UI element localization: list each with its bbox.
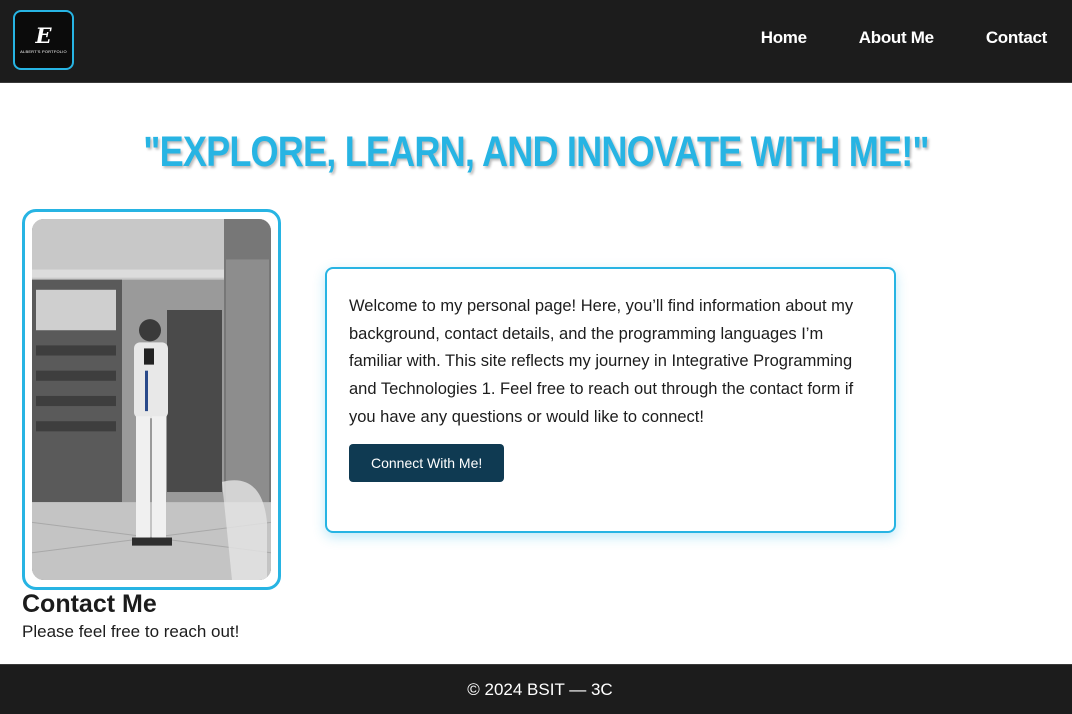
profile-photo-frame [22,209,281,590]
welcome-text: Welcome to my personal page! Here, you’l… [349,297,854,426]
nav-link-contact[interactable]: Contact [986,28,1047,48]
footer-text: © 2024 BSIT — 3C [467,679,613,699]
logo-mark: E [35,23,52,48]
nav-link-about-me[interactable]: About Me [859,28,934,48]
site-logo[interactable]: E ALBERT'S PORTFOLIO [13,10,74,70]
contact-heading: Contact Me [22,590,157,618]
navbar: E ALBERT'S PORTFOLIO Home About Me Conta… [0,0,1072,83]
profile-photo-illustration [32,219,271,580]
hero-title: "Explore, Learn, and Innovate with Me!" [143,128,929,176]
nav-links: Home About Me Contact [761,28,1048,48]
profile-photo [32,219,271,580]
contact-subtext: Please feel free to reach out! [22,622,240,641]
logo-text: ALBERT'S PORTFOLIO [20,49,67,54]
welcome-card: Welcome to my personal page! Here, you’l… [325,267,896,533]
connect-with-me-button[interactable]: Connect With Me! [349,443,505,482]
nav-link-home[interactable]: Home [761,28,807,48]
footer: © 2024 BSIT — 3C [0,664,1072,714]
